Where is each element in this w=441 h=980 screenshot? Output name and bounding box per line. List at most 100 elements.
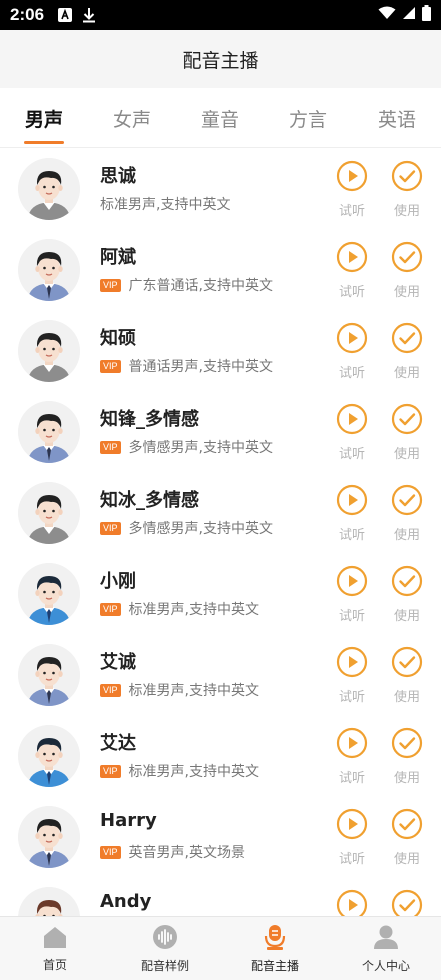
voice-description-line: VIP 英音男声,英文场景 [100, 842, 245, 862]
nav-home[interactable]: 首页 [0, 917, 110, 980]
male-avatar-suit [18, 644, 80, 706]
voice-row[interactable]: 知锋_多情感 VIP 多情感男声,支持中英文 试听 使用 [0, 391, 441, 472]
check-circle-icon [391, 889, 423, 916]
nav-label: 首页 [42, 958, 67, 972]
voice-description-line: VIP 标准男声,支持中英文 [100, 761, 259, 781]
preview-button[interactable]: 试听 [332, 646, 372, 705]
play-icon [336, 403, 368, 439]
tab-label: 女声 [112, 108, 151, 131]
voice-category-tabs: 男声 女声 童音 方言 英语 [0, 88, 441, 148]
preview-label: 试听 [338, 852, 365, 867]
use-button[interactable]: 使用 [387, 727, 427, 786]
preview-button[interactable]: 试听 [332, 322, 372, 381]
vip-badge: VIP [100, 764, 121, 778]
use-button[interactable]: 使用 [387, 160, 427, 219]
play-icon [336, 484, 368, 520]
play-icon [336, 160, 368, 196]
check-circle-icon [391, 727, 423, 763]
voice-name: 艾诚 [100, 652, 136, 673]
signal-icon [402, 5, 416, 25]
voice-row[interactable]: 艾达 VIP 标准男声,支持中英文 试听 使用 [0, 715, 441, 796]
use-button[interactable]: 使用 [387, 484, 427, 543]
voice-row[interactable]: 小刚 VIP 标准男声,支持中英文 试听 使用 [0, 553, 441, 634]
tab-female[interactable]: 女声 [88, 88, 176, 148]
voice-description-line: VIP 多情感男声,支持中英文 [100, 518, 273, 538]
preview-button[interactable]: 试听 [332, 160, 372, 219]
preview-label: 试听 [338, 285, 365, 300]
play-icon [336, 241, 368, 277]
voice-description: 普通话男声,支持中英文 [128, 359, 273, 375]
preview-button[interactable]: 试听 [332, 565, 372, 624]
voice-description: 标准男声,支持中英文 [128, 602, 259, 618]
preview-button[interactable]: 试听 [332, 727, 372, 786]
use-label: 使用 [393, 852, 420, 867]
use-button[interactable]: 使用 [387, 322, 427, 381]
nav-anchors[interactable]: 配音主播 [220, 917, 330, 980]
check-circle-icon [391, 241, 423, 277]
tab-dialect[interactable]: 方言 [264, 88, 352, 148]
voice-row[interactable]: 思诚 标准男声,支持中英文 试听 使用 [0, 148, 441, 229]
status-time: 2:06 [10, 5, 45, 24]
tab-male[interactable]: 男声 [0, 88, 88, 148]
tab-child[interactable]: 童音 [176, 88, 264, 148]
use-button[interactable]: 使用 [387, 565, 427, 624]
tab-label: 方言 [288, 108, 327, 131]
vip-badge: VIP [100, 278, 121, 292]
voice-description: 广东普通话,支持中英文 [128, 278, 273, 294]
play-icon [336, 727, 368, 763]
use-button[interactable]: 使用 [387, 889, 427, 916]
preview-button[interactable]: 试听 [332, 403, 372, 462]
use-button[interactable]: 使用 [387, 241, 427, 300]
tab-label: 男声 [24, 108, 63, 131]
preview-label: 试听 [338, 690, 365, 705]
male-avatar-grey [18, 320, 80, 382]
voice-row[interactable]: Andy 试听 使用 [0, 877, 441, 916]
use-button[interactable]: 使用 [387, 403, 427, 462]
wifi-icon [378, 5, 396, 25]
male-avatar-brown [18, 887, 80, 916]
voice-list[interactable]: 思诚 标准男声,支持中英文 试听 使用 阿斌 VIP 广东普通话,支持中英文 试听 [0, 148, 441, 916]
play-icon [336, 565, 368, 601]
male-avatar-suit [18, 806, 80, 868]
anchor-icon [262, 924, 288, 953]
use-label: 使用 [393, 609, 420, 624]
person-icon [373, 924, 399, 953]
check-circle-icon [391, 322, 423, 358]
status-bar: 2:06 [0, 0, 441, 30]
voice-description-line: VIP 广东普通话,支持中英文 [100, 275, 273, 295]
nav-profile[interactable]: 个人中心 [331, 917, 441, 980]
check-circle-icon [391, 565, 423, 601]
app-bar: 配音主播 [0, 30, 441, 88]
use-label: 使用 [393, 366, 420, 381]
vip-badge: VIP [100, 521, 121, 535]
use-label: 使用 [393, 528, 420, 543]
battery-icon [422, 4, 431, 26]
preview-button[interactable]: 试听 [332, 484, 372, 543]
tab-label: 童音 [200, 108, 239, 131]
waveform-icon [152, 924, 178, 953]
voice-name: 思诚 [100, 166, 136, 187]
male-avatar-blue [18, 725, 80, 787]
voice-row[interactable]: 阿斌 VIP 广东普通话,支持中英文 试听 使用 [0, 229, 441, 310]
preview-button[interactable]: 试听 [332, 808, 372, 867]
use-button[interactable]: 使用 [387, 646, 427, 705]
male-avatar-grey [18, 158, 80, 220]
voice-row[interactable]: Harry VIP 英音男声,英文场景 试听 使用 [0, 796, 441, 877]
use-label: 使用 [393, 690, 420, 705]
male-avatar-suit [18, 239, 80, 301]
preview-button[interactable]: 试听 [332, 241, 372, 300]
voice-row[interactable]: 知硕 VIP 普通话男声,支持中英文 试听 使用 [0, 310, 441, 391]
voice-row[interactable]: 艾诚 VIP 标准男声,支持中英文 试听 使用 [0, 634, 441, 715]
check-circle-icon [391, 808, 423, 844]
voice-description: 英音男声,英文场景 [128, 845, 245, 861]
preview-label: 试听 [338, 528, 365, 543]
tab-english[interactable]: 英语 [353, 88, 441, 148]
voice-row[interactable]: 知冰_多情感 VIP 多情感男声,支持中英文 试听 使用 [0, 472, 441, 553]
use-button[interactable]: 使用 [387, 808, 427, 867]
preview-label: 试听 [338, 366, 365, 381]
voice-name: 小刚 [100, 571, 136, 592]
nav-samples[interactable]: 配音样例 [110, 917, 220, 980]
use-label: 使用 [393, 285, 420, 300]
vip-badge: VIP [100, 359, 121, 373]
preview-button[interactable]: 试听 [332, 889, 372, 916]
